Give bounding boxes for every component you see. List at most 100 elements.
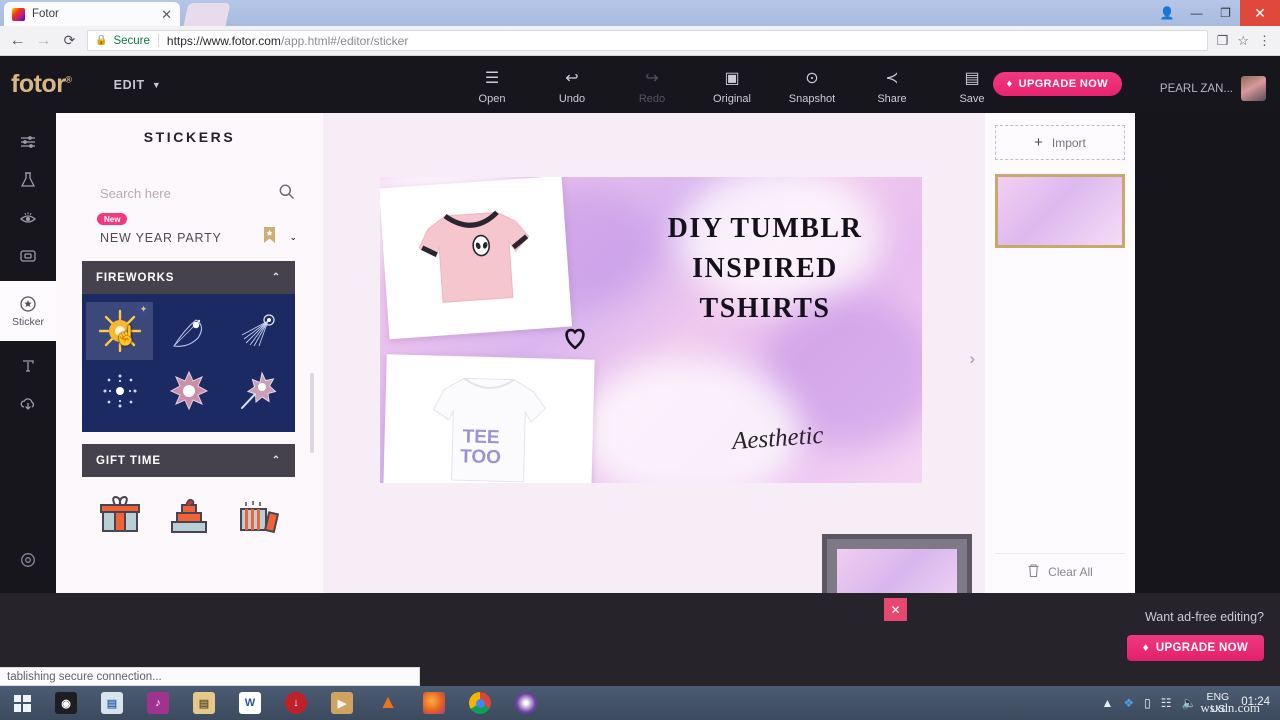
undo-button[interactable]: ↩ Undo <box>542 61 602 105</box>
sticker-burst-sun[interactable]: ✦ ☝ <box>86 302 153 360</box>
category-label: NEW YEAR PARTY <box>100 231 222 245</box>
sticker-gift-box[interactable] <box>86 489 153 541</box>
next-panel-arrow-icon[interactable]: › <box>969 349 975 369</box>
panel-title: STICKERS <box>56 129 323 145</box>
chevron-down-icon[interactable]: ⌄ <box>289 232 297 243</box>
taskbar-app-media-player[interactable]: ◉ <box>44 687 88 719</box>
snapshot-button[interactable]: ⊙ Snapshot <box>782 61 842 105</box>
start-button[interactable] <box>0 686 44 720</box>
forward-icon[interactable]: → <box>35 32 52 50</box>
upgrade-now-button-ad[interactable]: ♦ UPGRADE NOW <box>1127 635 1264 661</box>
clear-all-label: Clear All <box>1048 565 1093 579</box>
taskbar-app-bittorrent[interactable] <box>504 687 548 719</box>
category-new-year-party[interactable]: New NEW YEAR PARTY ⌄ <box>100 226 297 249</box>
maximize-button[interactable]: ❐ <box>1211 0 1240 26</box>
browser-tab[interactable]: Fotor ✕ <box>4 2 180 26</box>
sticker-starburst-dots[interactable] <box>86 362 153 420</box>
vlc-icon: ▲ <box>377 692 399 714</box>
music-app-icon: ♪ <box>147 692 169 714</box>
canvas-script-text[interactable]: Aesthetic <box>731 422 824 456</box>
snapshot-icon: ⊙ <box>805 67 818 89</box>
user-account[interactable]: PEARL ZAN... <box>1160 76 1266 101</box>
tshirt-photo-pink[interactable] <box>380 177 572 339</box>
volume-icon[interactable]: 🔈 <box>1182 696 1197 710</box>
rail-item-beauty[interactable] <box>0 199 56 237</box>
upgrade-now-label-ad: UPGRADE NOW <box>1156 642 1248 654</box>
rail-item-settings[interactable] <box>0 541 56 579</box>
notes-app-icon: ▤ <box>193 692 215 714</box>
rail-item-sticker[interactable]: Sticker <box>0 281 56 341</box>
address-bar[interactable]: 🔒 Secure https://www.fotor.com/app.html#… <box>87 30 1208 51</box>
sticker-gift-bundle[interactable] <box>224 489 291 541</box>
taskbar: ◉ ▤ ♪ ▤ W ↓ ▶ ▲ ▲ ❖ ▯ ☷ 🔈 ENG US 01:24 <box>0 686 1280 720</box>
rail-item-upload[interactable] <box>0 385 56 423</box>
fotor-logo[interactable]: fotor® <box>11 70 72 99</box>
navigator-preview[interactable]: ↘ <box>822 534 972 593</box>
bluetooth-icon[interactable]: ❖ <box>1123 696 1134 710</box>
network-icon[interactable]: ☷ <box>1161 696 1172 710</box>
minimize-button[interactable]: — <box>1182 0 1211 26</box>
artboard[interactable]: TEE TOO DIY TUMBLR INSPIRED TSHIRTS Aest… <box>380 177 922 483</box>
taskbar-app-vlc[interactable]: ▲ <box>366 687 410 719</box>
upgrade-now-button-top[interactable]: ♦ UPGRADE NOW <box>993 72 1122 96</box>
canvas-area[interactable]: TEE TOO DIY TUMBLR INSPIRED TSHIRTS Aest… <box>323 113 985 593</box>
rail-item-frame[interactable] <box>0 237 56 275</box>
sticker-flower-burst[interactable] <box>155 362 222 420</box>
rail-item-adjust[interactable] <box>0 123 56 161</box>
taskbar-app-notes[interactable]: ▤ <box>182 687 226 719</box>
tray-expand-icon[interactable]: ▲ <box>1101 696 1113 710</box>
battery-icon[interactable]: ▯ <box>1144 696 1151 710</box>
taskbar-app-music[interactable]: ♪ <box>136 687 180 719</box>
stickers-panel: STICKERS New NEW YEAR PARTY ⌄ <box>56 113 323 593</box>
sticker-gift-stack[interactable] <box>155 489 222 541</box>
rail-item-effects[interactable] <box>0 161 56 199</box>
back-icon[interactable]: ← <box>9 32 26 50</box>
profile-icon[interactable]: 👤 <box>1152 0 1182 26</box>
canvas-headline[interactable]: DIY TUMBLR INSPIRED TSHIRTS <box>620 209 910 328</box>
search-icon[interactable] <box>278 183 295 204</box>
browser-menu-icon[interactable]: ⋮ <box>1258 33 1271 49</box>
window-controls: 👤 — ❐ ✕ <box>1152 0 1280 26</box>
import-button[interactable]: + Import <box>995 125 1125 160</box>
original-button[interactable]: ▣ Original <box>702 61 762 105</box>
sticker-icon <box>18 294 38 314</box>
sticker-sparkler-spray[interactable] <box>224 302 291 360</box>
browser-toolbar: ← → ⟳ 🔒 Secure https://www.fotor.com/app… <box>0 26 1280 56</box>
group-title-gift-time: GIFT TIME <box>96 455 161 467</box>
fireworks-grid: ✦ ☝ <box>82 294 295 432</box>
plus-icon: + <box>1034 134 1043 151</box>
tab-close-icon[interactable]: ✕ <box>161 8 172 21</box>
panel-scrollbar[interactable] <box>310 373 314 453</box>
headline-line-2: INSPIRED <box>620 249 910 289</box>
trash-icon <box>1027 563 1040 581</box>
group-header-fireworks[interactable]: FIREWORKS ⌃ <box>82 261 295 294</box>
tshirt-photo-white[interactable]: TEE TOO <box>383 354 594 483</box>
taskbar-app-chrome[interactable] <box>458 687 502 719</box>
undo-label: Undo <box>559 93 585 105</box>
ad-close-button[interactable]: ✕ <box>884 598 907 621</box>
avatar[interactable] <box>1241 76 1266 101</box>
extension-icon[interactable]: ❐ <box>1217 33 1229 49</box>
sticker-star-wand[interactable] <box>224 362 291 420</box>
sticker-comet[interactable] <box>155 302 222 360</box>
search-input[interactable] <box>100 186 250 201</box>
taskbar-app-firefox[interactable] <box>412 687 456 719</box>
taskbar-app-mobile[interactable]: ▤ <box>90 687 134 719</box>
open-button[interactable]: ☰ Open <box>462 61 522 105</box>
rail-item-text[interactable] <box>0 347 56 385</box>
group-header-gift-time[interactable]: GIFT TIME ⌃ <box>82 444 295 477</box>
url-path: /app.html#/editor/sticker <box>281 34 408 48</box>
bookmark-icon[interactable] <box>262 226 277 249</box>
redo-button[interactable]: ↪ Redo <box>622 61 682 105</box>
share-button[interactable]: ≺ Share <box>862 61 922 105</box>
close-window-button[interactable]: ✕ <box>1240 0 1280 26</box>
taskbar-app-word[interactable]: W <box>228 687 272 719</box>
clear-all-button[interactable]: Clear All <box>995 553 1125 583</box>
taskbar-app-movie-maker[interactable]: ▶ <box>320 687 364 719</box>
taskbar-app-download[interactable]: ↓ <box>274 687 318 719</box>
edit-menu[interactable]: EDIT ▼ <box>114 78 162 92</box>
reload-icon[interactable]: ⟳ <box>61 32 78 49</box>
bookmark-star-icon[interactable]: ☆ <box>1237 33 1249 49</box>
new-tab-button[interactable] <box>184 3 231 26</box>
layer-thumbnail[interactable] <box>995 174 1125 248</box>
